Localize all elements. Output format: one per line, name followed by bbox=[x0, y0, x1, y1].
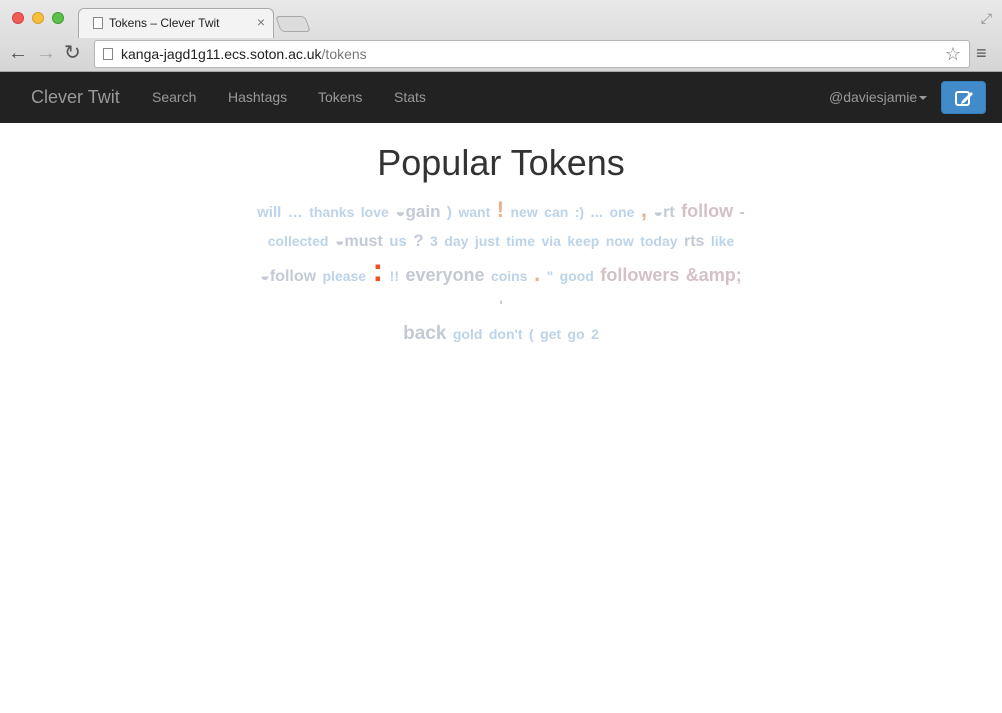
token[interactable]: rts bbox=[684, 233, 704, 250]
tab-title: Tokens – Clever Twit bbox=[109, 16, 220, 30]
token[interactable]: please bbox=[323, 268, 367, 284]
edit-icon bbox=[955, 91, 973, 106]
new-tab-button[interactable] bbox=[275, 16, 311, 32]
token[interactable]: can bbox=[544, 204, 568, 220]
token[interactable]: " bbox=[547, 268, 554, 284]
token[interactable]: will bbox=[257, 204, 281, 221]
token-cloud: will … thanks love ◒gain ) want ! new ca… bbox=[256, 196, 746, 349]
token[interactable]: ◒gain bbox=[395, 202, 440, 221]
token[interactable]: want bbox=[458, 204, 490, 220]
token[interactable]: us bbox=[389, 233, 407, 250]
token[interactable]: don't bbox=[489, 326, 523, 342]
token[interactable]: thanks bbox=[309, 204, 354, 220]
page-title: Popular Tokens bbox=[377, 142, 625, 183]
token[interactable]: . bbox=[534, 261, 540, 286]
token[interactable]: keep bbox=[567, 233, 599, 249]
token[interactable]: love bbox=[361, 204, 389, 220]
token[interactable]: back bbox=[403, 323, 446, 344]
bookmark-star-icon[interactable]: ☆ bbox=[945, 44, 961, 65]
token[interactable]: just bbox=[475, 233, 500, 249]
token[interactable]: ◒rt bbox=[653, 204, 674, 221]
close-tab-icon[interactable]: × bbox=[257, 15, 265, 29]
token[interactable]: time bbox=[506, 233, 535, 249]
token[interactable]: ? bbox=[413, 231, 423, 250]
nav-hashtags[interactable]: Hashtags bbox=[228, 89, 287, 105]
page-icon bbox=[103, 48, 113, 60]
token[interactable]: coins bbox=[491, 268, 528, 284]
app-navbar: Clever Twit Search Hashtags Tokens Stats… bbox=[0, 72, 1002, 123]
token[interactable]: - bbox=[740, 204, 745, 221]
url-text[interactable]: kanga-jagd1g11.ecs.soton.ac.uk/tokens bbox=[121, 46, 367, 62]
token[interactable]: one bbox=[610, 204, 635, 220]
token[interactable]: ) bbox=[447, 204, 452, 221]
token[interactable]: followers bbox=[600, 265, 679, 285]
zoom-window-button[interactable] bbox=[52, 12, 64, 24]
url-path: /tokens bbox=[321, 46, 367, 62]
token[interactable]: today bbox=[640, 233, 677, 249]
tab-tokens[interactable]: Tokens – Clever Twit × bbox=[78, 8, 274, 38]
token[interactable]: ' bbox=[499, 297, 502, 313]
token[interactable]: everyone bbox=[405, 265, 484, 285]
close-window-button[interactable] bbox=[12, 12, 24, 24]
token[interactable]: 2 bbox=[591, 326, 599, 342]
token[interactable]: get bbox=[540, 326, 561, 342]
menu-icon[interactable]: ≡ bbox=[976, 44, 987, 62]
token[interactable]: good bbox=[560, 268, 594, 284]
token[interactable]: … bbox=[288, 204, 303, 221]
chevron-down-icon bbox=[919, 96, 928, 101]
token[interactable]: go bbox=[568, 326, 585, 342]
url-host: kanga-jagd1g11.ecs.soton.ac.uk bbox=[121, 46, 322, 62]
token[interactable]: &amp; bbox=[686, 265, 742, 285]
address-bar[interactable]: kanga-jagd1g11.ecs.soton.ac.uk/tokens ☆ bbox=[94, 40, 970, 68]
minimize-window-button[interactable] bbox=[32, 12, 44, 24]
token[interactable]: day bbox=[444, 233, 468, 249]
nav-stats[interactable]: Stats bbox=[394, 89, 426, 105]
token[interactable]: collected bbox=[268, 233, 329, 249]
token[interactable]: now bbox=[606, 233, 634, 249]
compose-button[interactable] bbox=[941, 81, 986, 114]
token[interactable]: follow bbox=[681, 201, 733, 221]
token[interactable]: :) bbox=[575, 204, 584, 220]
token[interactable]: ( bbox=[529, 326, 534, 342]
token[interactable]: , bbox=[641, 197, 647, 222]
nav-search[interactable]: Search bbox=[152, 89, 196, 105]
token[interactable]: : bbox=[373, 252, 384, 288]
user-name: @daviesjamie bbox=[829, 89, 918, 105]
brand-link[interactable]: Clever Twit bbox=[31, 87, 120, 108]
token[interactable]: new bbox=[510, 204, 537, 220]
back-button[interactable]: ← bbox=[8, 42, 28, 64]
token[interactable]: like bbox=[711, 233, 734, 249]
user-menu[interactable]: @daviesjamie bbox=[829, 89, 928, 105]
token[interactable]: ◒follow bbox=[260, 268, 316, 285]
nav-tokens[interactable]: Tokens bbox=[318, 89, 362, 105]
token[interactable]: ! bbox=[497, 197, 504, 222]
fullscreen-icon[interactable]: ⤢ bbox=[981, 10, 992, 27]
token[interactable]: ... bbox=[591, 204, 604, 221]
page-icon bbox=[93, 17, 103, 29]
token[interactable]: ◒must bbox=[335, 233, 383, 250]
token[interactable]: gold bbox=[453, 326, 483, 342]
token[interactable]: via bbox=[541, 233, 560, 249]
reload-button[interactable]: ↻ bbox=[64, 42, 81, 64]
token[interactable]: !! bbox=[390, 268, 399, 284]
forward-button[interactable]: → bbox=[36, 42, 56, 64]
token[interactable]: 3 bbox=[430, 233, 438, 249]
browser-chrome: Tokens – Clever Twit × ⤢ ← → ↻ kanga-jag… bbox=[0, 0, 1002, 72]
